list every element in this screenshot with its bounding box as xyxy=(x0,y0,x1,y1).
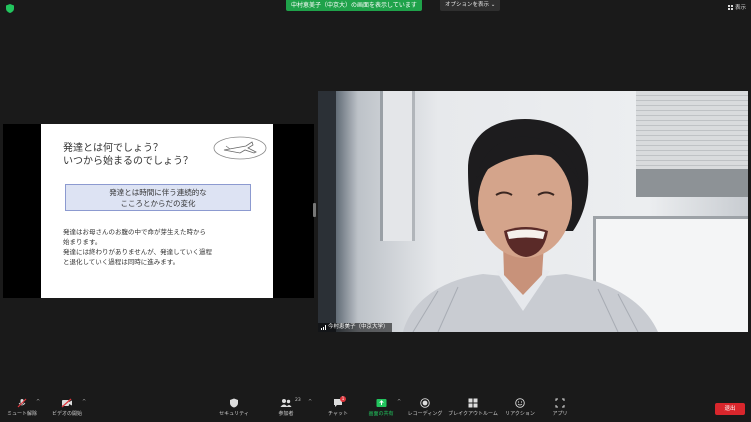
record-label: レコーディング xyxy=(407,411,443,417)
shared-screen[interactable]: 発達とは何でしょう？ いつから始まるのでしょう？ 発達とは時間に伴う連続的な こ… xyxy=(3,124,314,298)
view-options-button[interactable]: オプションを表示 ⌄ xyxy=(440,0,501,11)
participant-person xyxy=(403,119,658,332)
slide-title: 発達とは何でしょう？ いつから始まるのでしょう？ xyxy=(63,143,193,167)
audio-options-caret-icon[interactable]: ^ xyxy=(36,399,40,405)
reactions-label: リアクション xyxy=(505,411,535,417)
share-options-caret-icon[interactable]: ^ xyxy=(397,399,401,405)
share-screen-label: 画面の共有 xyxy=(368,411,394,417)
view-button[interactable]: 表示 xyxy=(727,3,746,11)
record-icon xyxy=(420,398,430,408)
reactions-icon xyxy=(515,398,525,408)
mic-muted-icon xyxy=(17,398,27,408)
participant-video[interactable]: 今村恵美子（中京大学） xyxy=(318,91,748,332)
video-options-caret-icon[interactable]: ^ xyxy=(82,399,86,405)
screen-share-banner: 中村恵美子（中京大）の画面を表示しています xyxy=(286,0,422,11)
unmute-label: ミュート解除 xyxy=(6,411,37,417)
record-button[interactable]: レコーディング xyxy=(405,398,445,417)
start-video-label: ビデオの開始 xyxy=(51,411,82,417)
breakout-rooms-label: ブレイクアウトルーム xyxy=(448,411,498,417)
signal-bars-icon xyxy=(321,325,326,330)
reactions-button[interactable]: リアクション xyxy=(500,398,540,417)
participants-caret-icon[interactable]: ^ xyxy=(308,399,312,405)
video-off-icon xyxy=(61,398,72,408)
participant-name: 今村恵美子（中京大学） xyxy=(328,324,389,330)
shield-icon[interactable] xyxy=(6,4,14,13)
breakout-rooms-icon xyxy=(468,398,478,408)
slide-body-text: 発達はお母さんのお腹の中で命が芽生えた時から 始まります。 発達には終わりがあり… xyxy=(63,228,212,266)
participants-button[interactable]: 23 参加者 xyxy=(266,398,306,417)
participants-icon xyxy=(280,399,292,407)
participants-count: 23 xyxy=(295,398,301,403)
grid-view-icon xyxy=(727,4,733,10)
participants-label: 参加者 xyxy=(278,411,294,417)
security-shield-icon xyxy=(230,398,238,408)
chat-badge: 1 xyxy=(340,396,346,402)
apps-button[interactable]: アプリ xyxy=(540,398,580,417)
security-label: セキュリティ xyxy=(219,411,249,417)
split-view-handle[interactable] xyxy=(313,203,316,217)
slide-definition-box: 発達とは時間に伴う連続的な こころとからだの変化 xyxy=(65,184,251,211)
view-button-label: 表示 xyxy=(734,5,746,11)
meeting-toolbar: ミュート解除 ^ ビデオの開始 ^ セキュリティ 23 参加者 ^ 1 チャット… xyxy=(0,394,751,422)
chat-label: チャット xyxy=(328,411,348,417)
share-screen-button[interactable]: 画面の共有 xyxy=(361,398,401,417)
airplane-sketch-icon xyxy=(213,136,267,160)
apps-label: アプリ xyxy=(552,411,568,417)
participant-name-tag: 今村恵美子（中京大学） xyxy=(318,323,392,332)
start-video-button[interactable]: ビデオの開始 xyxy=(47,398,87,417)
security-button[interactable]: セキュリティ xyxy=(214,398,254,417)
chat-button[interactable]: 1 チャット xyxy=(318,396,358,417)
apps-icon xyxy=(555,398,565,408)
end-meeting-button[interactable]: 退出 xyxy=(715,403,745,415)
share-screen-icon xyxy=(376,399,386,407)
presentation-slide: 発達とは何でしょう？ いつから始まるのでしょう？ 発達とは時間に伴う連続的な こ… xyxy=(41,124,273,298)
top-bar: 中村恵美子（中京大）の画面を表示しています オプションを表示 ⌄ 表示 xyxy=(0,0,751,17)
breakout-rooms-button[interactable]: ブレイクアウトルーム xyxy=(448,398,498,417)
